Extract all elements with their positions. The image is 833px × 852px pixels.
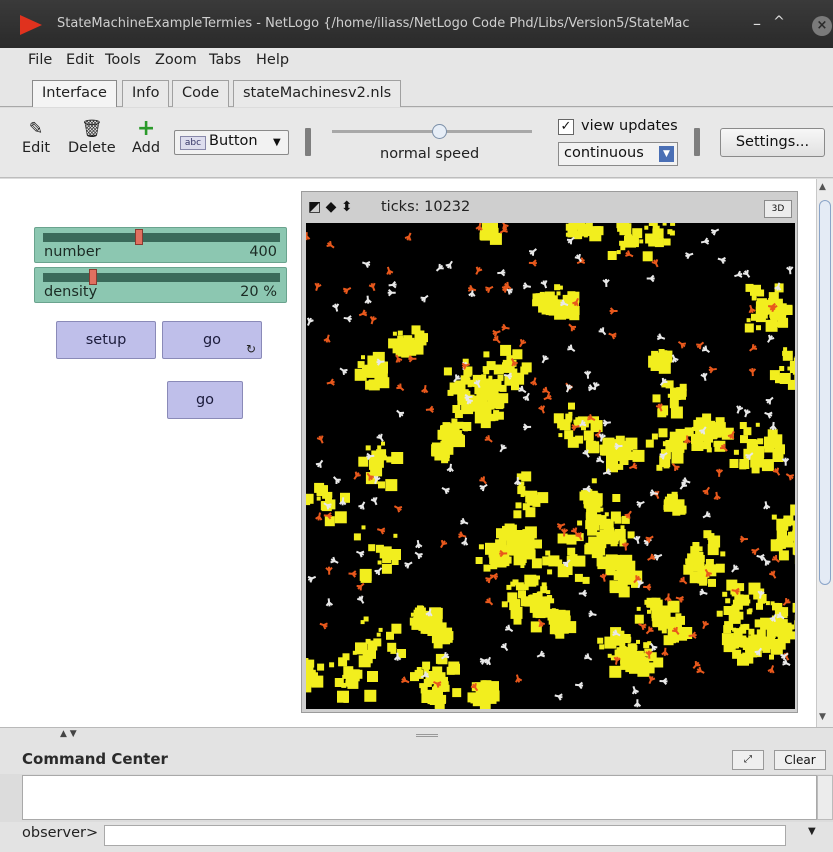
observer-label: observer>: [22, 825, 99, 841]
menu-help[interactable]: Help: [256, 52, 289, 68]
trash-icon: 🗑: [81, 119, 103, 139]
3d-view-button[interactable]: 3D: [764, 200, 792, 218]
settings-button[interactable]: Settings...: [720, 128, 825, 157]
delete-button[interactable]: 🗑 Delete: [68, 118, 116, 156]
speed-slider-knob[interactable]: [432, 124, 447, 139]
slider-track: [43, 233, 280, 242]
netlogo-logo-icon: [20, 15, 42, 35]
netlogo-window: StateMachineExampleTermies - NetLogo {/h…: [0, 0, 833, 852]
toolbar-separator: [694, 128, 700, 156]
slider-number[interactable]: number 400: [34, 227, 287, 263]
edit-label: Edit: [22, 140, 51, 156]
widget-type-select[interactable]: abc Button ▼: [174, 130, 289, 155]
update-mode-select[interactable]: continuous ▼: [558, 142, 678, 166]
add-button[interactable]: + Add: [132, 116, 161, 157]
tab-interface[interactable]: Interface: [32, 80, 117, 107]
delete-label: Delete: [68, 140, 116, 156]
minimize-icon[interactable]: –: [746, 14, 768, 34]
pencil-icon: ✎: [28, 119, 44, 139]
view-size-icons[interactable]: ◩ ◆ ⬍: [308, 199, 353, 215]
speed-label: normal speed: [380, 146, 480, 162]
slider-knob[interactable]: [88, 269, 97, 285]
menu-edit[interactable]: Edit: [66, 52, 94, 68]
close-icon[interactable]: ×: [812, 16, 832, 36]
slider-value: 20 %: [240, 284, 277, 300]
world-view[interactable]: [306, 223, 795, 709]
button-widget-icon: abc: [180, 136, 206, 150]
ticks-counter: ticks: 10232: [381, 199, 471, 215]
go-once-button[interactable]: go: [167, 381, 243, 419]
scroll-down-icon[interactable]: ▼: [819, 712, 826, 722]
toolbar: ✎ Edit 🗑 Delete + Add abc Button ▼: [0, 108, 833, 178]
slider-knob[interactable]: [134, 229, 143, 245]
maximize-icon[interactable]: ^: [768, 14, 790, 34]
world-canvas: [306, 223, 795, 709]
tab-bar: Interface Info Code stateMachinesv2.nls: [0, 74, 833, 107]
slider-value: 400: [249, 244, 277, 260]
update-mode-label: continuous: [564, 145, 644, 161]
plus-icon: +: [136, 116, 156, 141]
history-dropdown-icon[interactable]: ▼: [808, 826, 816, 837]
widget-type-label: Button: [209, 133, 258, 149]
scrollbar-thumb[interactable]: [819, 200, 831, 585]
menu-bar: File Edit Tools Zoom Tabs Help: [0, 48, 833, 74]
menu-tools[interactable]: Tools: [105, 52, 141, 68]
command-output-area[interactable]: [22, 775, 817, 820]
command-center-title: Command Center: [22, 750, 168, 768]
expand-icon[interactable]: ⤢: [732, 750, 764, 770]
slider-name: density: [44, 284, 98, 300]
forever-icon: ↻: [245, 342, 256, 356]
menu-file[interactable]: File: [28, 52, 52, 68]
window-title: StateMachineExampleTermies - NetLogo {/h…: [57, 16, 690, 31]
command-output-scrollbar[interactable]: [817, 775, 833, 820]
scroll-up-icon[interactable]: ▲: [819, 182, 826, 192]
slider-name: number: [44, 244, 101, 260]
title-bar: StateMachineExampleTermies - NetLogo {/h…: [0, 0, 833, 48]
toolbar-separator: [305, 128, 311, 156]
edit-button[interactable]: ✎ Edit: [22, 118, 50, 156]
tab-stateMachinesv2[interactable]: stateMachinesv2.nls: [233, 80, 402, 107]
chevron-down-icon: ▼: [273, 137, 281, 148]
menu-tabs[interactable]: Tabs: [209, 52, 241, 68]
command-input[interactable]: [104, 825, 786, 846]
tab-code[interactable]: Code: [172, 80, 230, 107]
menu-zoom[interactable]: Zoom: [155, 52, 197, 68]
setup-button[interactable]: setup: [56, 321, 156, 359]
slider-track: [43, 273, 280, 282]
view-updates-label: view updates: [581, 118, 678, 134]
view-updates-checkbox[interactable]: ✓: [558, 119, 574, 135]
splitter-arrows-icon[interactable]: ▲ ▼: [60, 729, 77, 739]
add-label: Add: [132, 140, 161, 156]
go-forever-label: go: [202, 332, 222, 348]
clear-button[interactable]: Clear: [774, 750, 826, 770]
slider-density[interactable]: density 20 %: [34, 267, 287, 303]
splitter-grip-icon[interactable]: [416, 734, 438, 737]
tab-info[interactable]: Info: [122, 80, 170, 107]
go-forever-button[interactable]: go ↻: [162, 321, 262, 359]
chevron-down-icon: ▼: [659, 146, 674, 162]
